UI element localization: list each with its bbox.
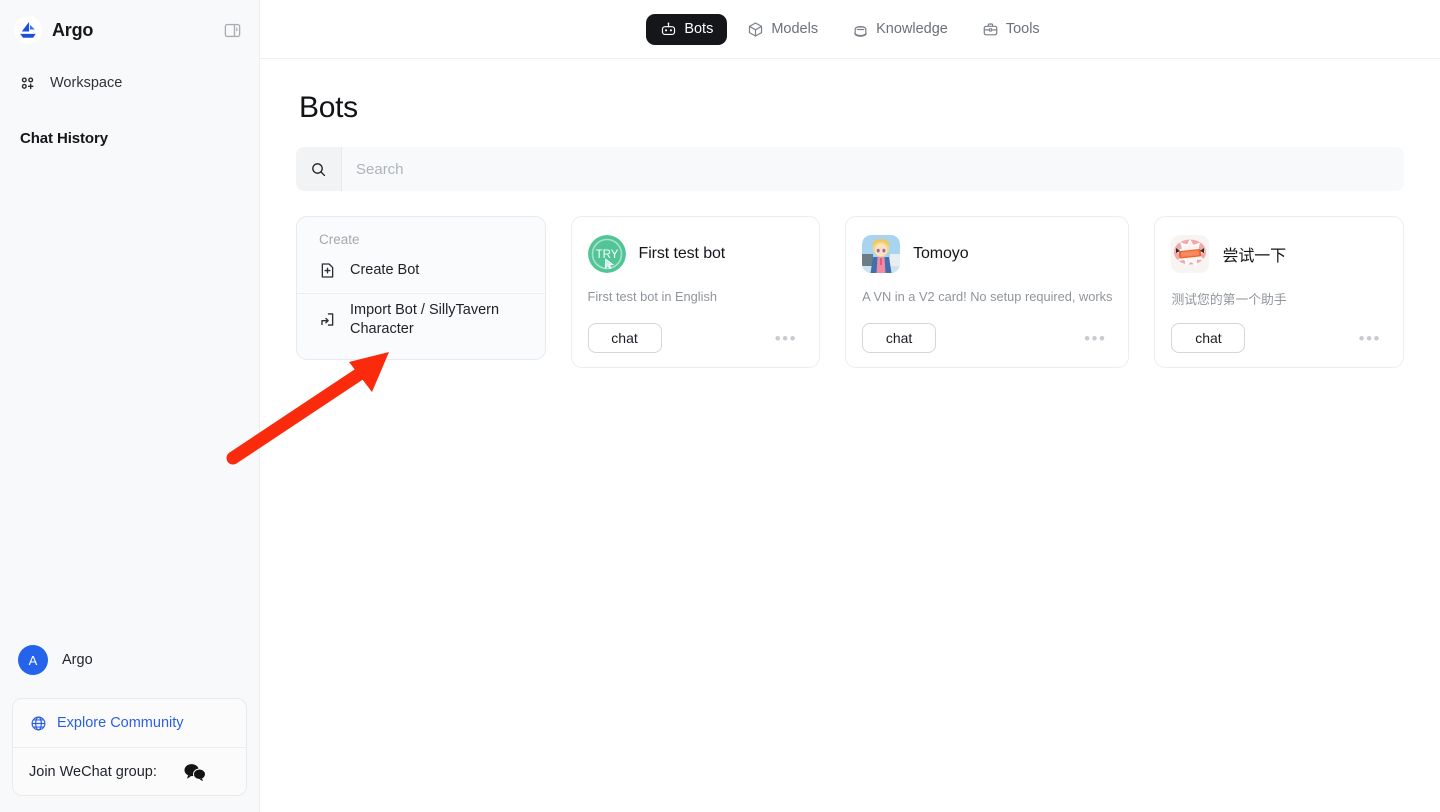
explore-community-label: Explore Community <box>57 715 184 731</box>
chat-button[interactable]: chat <box>587 323 662 353</box>
svg-text:TRY: TRY <box>595 249 618 261</box>
sidebar-user-profile[interactable]: A Argo <box>0 636 259 684</box>
tab-tools[interactable]: Tools <box>968 14 1054 45</box>
bot-avatar <box>1171 235 1210 273</box>
bot-avatar: TRY <box>587 235 626 273</box>
import-bot-button[interactable]: Import Bot / SillyTavern Character <box>297 293 545 345</box>
bot-name: 尝试一下 <box>1222 248 1287 265</box>
sidebar: Argo Workspace Chat History A Argo Explo… <box>0 0 260 812</box>
robot-icon <box>660 21 677 38</box>
explore-community-button[interactable]: Explore Community <box>13 699 246 747</box>
tab-knowledge[interactable]: Knowledge <box>838 14 962 45</box>
join-wechat-group-row[interactable]: Join WeChat group: <box>13 747 246 795</box>
ellipsis-icon[interactable]: ••• <box>1078 330 1112 347</box>
bot-avatar <box>862 235 901 273</box>
sidebar-header: Argo <box>0 0 259 60</box>
bot-card[interactable]: Tomoyo A VN in a V2 card! No setup requi… <box>845 216 1130 368</box>
chat-history-heading: Chat History <box>20 130 108 147</box>
sidebar-bottom-card: Explore Community Join WeChat group: <box>12 698 247 796</box>
bot-card-header: 尝试一下 <box>1171 235 1387 273</box>
import-bot-label: Import Bot / SillyTavern Character <box>350 302 500 337</box>
tab-label: Knowledge <box>876 21 948 37</box>
database-icon <box>852 21 869 38</box>
search-icon[interactable] <box>296 147 342 191</box>
ellipsis-icon[interactable]: ••• <box>1353 330 1387 347</box>
bot-description: First test bot in English <box>587 289 717 304</box>
briefcase-icon <box>982 21 999 38</box>
ellipsis-icon[interactable]: ••• <box>769 330 803 347</box>
wechat-icon[interactable] <box>183 763 207 781</box>
search-input[interactable] <box>342 147 1404 191</box>
bot-card-footer: chat ••• <box>862 323 1112 353</box>
bot-name: First test bot <box>638 245 726 262</box>
app-root: Argo Workspace Chat History A Argo Explo… <box>0 0 1440 812</box>
create-bot-label: Create Bot <box>350 261 420 278</box>
import-arrow-icon <box>317 310 337 330</box>
bot-card-footer: chat ••• <box>1171 323 1387 353</box>
tab-label: Bots <box>684 21 714 37</box>
sidebar-item-workspace[interactable]: Workspace <box>0 66 259 100</box>
tab-bots[interactable]: Bots <box>646 13 728 45</box>
create-card-title: Create <box>319 232 360 247</box>
bot-card-header: Tomoyo <box>862 235 1112 273</box>
bot-card-footer: chat ••• <box>587 323 804 353</box>
bot-description: A VN in a V2 card! No setup required, wo… <box>862 289 1113 304</box>
cube-icon <box>747 21 764 38</box>
main-area: Bots Models Knowledge Tools Bots Search … <box>260 0 1440 812</box>
chat-button[interactable]: chat <box>862 323 937 353</box>
tab-label: Tools <box>1005 21 1040 37</box>
tab-models[interactable]: Models <box>733 14 832 45</box>
bots-grid: Create Create Bot Import Bot / SillyTave… <box>296 216 1404 368</box>
sidebar-panel-toggle-icon[interactable] <box>221 19 243 41</box>
create-card: Create Create Bot Import Bot / SillyTave… <box>296 216 546 360</box>
file-plus-icon <box>317 260 337 280</box>
globe-icon <box>29 714 47 732</box>
bot-description: 测试您的第一个助手 <box>1171 292 1287 307</box>
chat-button[interactable]: chat <box>1171 323 1246 353</box>
create-bot-button[interactable]: Create Bot <box>297 247 545 293</box>
argo-sailboat-logo-icon <box>14 16 42 44</box>
brand-name: Argo <box>52 19 94 40</box>
bot-card-header: TRY First test bot <box>587 235 804 273</box>
bot-card[interactable]: TRY First test bot First test bot in Eng… <box>570 216 821 368</box>
sidebar-item-label: Workspace <box>50 75 123 91</box>
sidebar-user-name: Argo <box>62 652 93 668</box>
join-wechat-label: Join WeChat group: <box>29 763 157 780</box>
top-navigation-bar: Bots Models Knowledge Tools <box>260 0 1440 59</box>
bot-card[interactable]: 尝试一下 测试您的第一个助手 chat ••• <box>1154 216 1404 368</box>
avatar: A <box>18 645 48 675</box>
page-title: Bots <box>299 91 358 124</box>
workspace-grid-plus-icon <box>18 74 36 92</box>
sidebar-nav: Workspace <box>0 60 259 100</box>
search-bar <box>296 147 1404 191</box>
bot-name: Tomoyo <box>913 245 969 262</box>
tab-label: Models <box>771 21 819 37</box>
content-area: Bots Create <box>260 59 1440 812</box>
